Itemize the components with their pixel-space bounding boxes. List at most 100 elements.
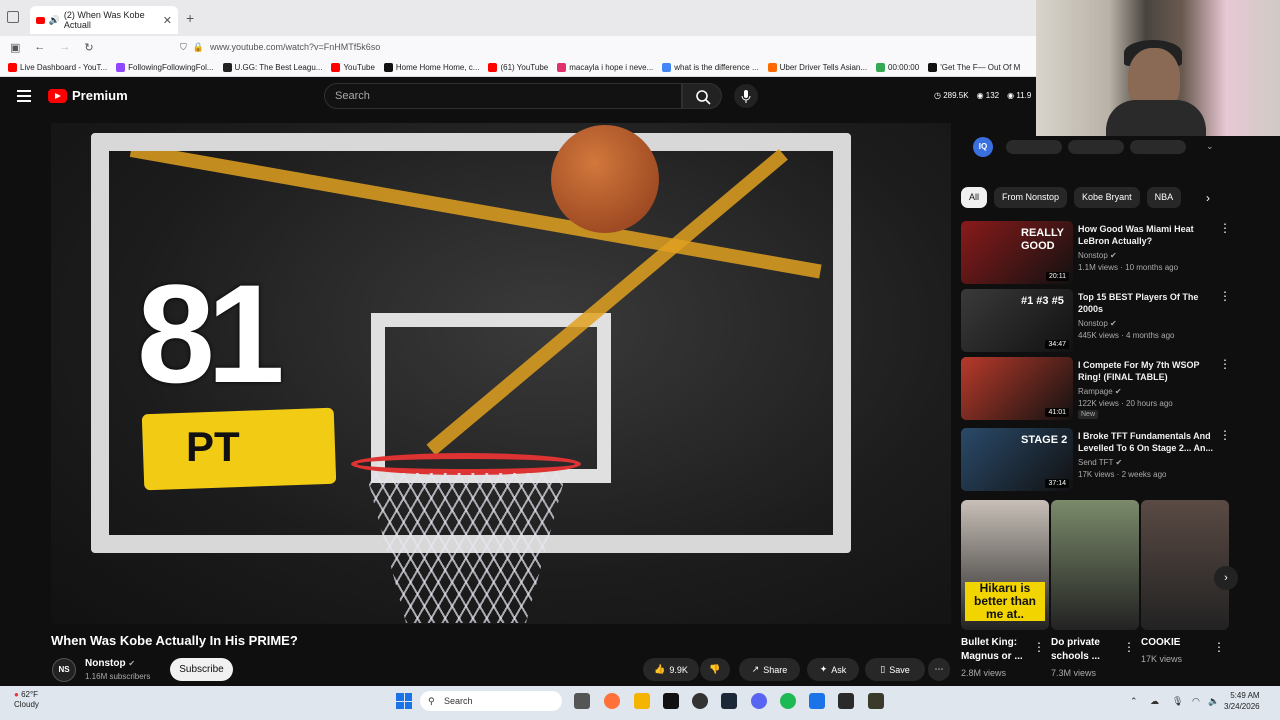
more-options-icon[interactable]: ⋮ bbox=[1123, 640, 1135, 654]
discord-icon[interactable] bbox=[751, 693, 767, 709]
windows-start-icon[interactable] bbox=[396, 693, 412, 709]
network-icon[interactable]: ☁ bbox=[1150, 696, 1159, 707]
video-thumbnail[interactable]: REALLY GOOD 20:11 bbox=[961, 221, 1073, 284]
chevron-down-icon[interactable]: ⌄ bbox=[1206, 141, 1214, 152]
short-thumbnail[interactable] bbox=[1141, 500, 1229, 630]
channel-name[interactable]: Nonstop ✔ bbox=[85, 658, 135, 669]
recommendation-item[interactable]: 41:01 I Compete For My 7th WSOP Ring! (FI… bbox=[961, 357, 1231, 421]
bookmark-item[interactable]: YouTube bbox=[331, 62, 375, 72]
recommendation-channel-text[interactable]: Nonstop bbox=[1078, 319, 1108, 328]
short-thumbnail[interactable]: Hikaru is better than me at.. bbox=[961, 500, 1049, 630]
menu-icon[interactable] bbox=[17, 90, 31, 102]
short-thumbnail[interactable] bbox=[1051, 500, 1139, 630]
chevron-up-icon[interactable]: ⌃ bbox=[1130, 696, 1138, 707]
bookmark-item[interactable]: Home Home Home, c... bbox=[383, 62, 479, 72]
channel-name-text[interactable]: Nonstop bbox=[85, 658, 126, 669]
like-button[interactable]: 👍 9.9K bbox=[643, 658, 699, 681]
filter-chip[interactable]: From Nonstop bbox=[994, 187, 1068, 208]
recommendation-channel[interactable]: Nonstop ✔ bbox=[1078, 319, 1117, 328]
channel-avatar[interactable]: NS bbox=[52, 658, 76, 682]
tab-list-icon[interactable] bbox=[7, 11, 19, 23]
filter-chip[interactable]: NBA bbox=[1146, 187, 1182, 208]
steam-icon[interactable] bbox=[721, 693, 737, 709]
app-icon[interactable] bbox=[838, 693, 854, 709]
more-options-icon[interactable]: ⋮ bbox=[1219, 429, 1231, 441]
more-options-icon[interactable]: ⋮ bbox=[1219, 222, 1231, 234]
search-input[interactable]: Search bbox=[324, 83, 682, 109]
spotify-icon[interactable] bbox=[780, 693, 796, 709]
recommendation-channel-text[interactable]: Send TFT bbox=[1078, 458, 1113, 467]
extension-pill[interactable] bbox=[1130, 140, 1186, 154]
more-options-icon[interactable]: ⋮ bbox=[1213, 640, 1225, 654]
filter-chip[interactable]: All bbox=[961, 187, 988, 208]
video-thumbnail[interactable]: #1 #3 #5 34:47 bbox=[961, 289, 1073, 352]
file-explorer-icon[interactable] bbox=[634, 693, 650, 709]
browser-tab[interactable]: 🔊 (2) When Was Kobe Actuall ✕ bbox=[30, 6, 178, 34]
bookmark-item[interactable]: FollowingFollowingFol... bbox=[116, 62, 214, 72]
recommendation-channel-text[interactable]: Rampage bbox=[1078, 387, 1113, 396]
recommendation-item[interactable]: REALLY GOOD 20:11 How Good Was Miami Heat … bbox=[961, 221, 1231, 285]
bookmark-item[interactable]: 'Get The F— Out Of M bbox=[928, 62, 1020, 72]
close-tab-icon[interactable]: ✕ bbox=[163, 14, 172, 27]
short-title[interactable]: Do private schools ... bbox=[1051, 636, 1131, 664]
task-view-icon[interactable] bbox=[574, 693, 590, 709]
app-icon[interactable] bbox=[809, 693, 825, 709]
system-clock[interactable]: 5:49 AM 3/24/2026 bbox=[1224, 690, 1260, 712]
search-button[interactable] bbox=[682, 83, 722, 109]
ask-button[interactable]: ✦ Ask bbox=[807, 658, 859, 681]
video-thumbnail[interactable]: 41:01 bbox=[961, 357, 1073, 420]
more-options-icon[interactable]: ⋮ bbox=[1033, 640, 1045, 654]
bookmark-item[interactable]: U.GG: The Best Leagu... bbox=[222, 62, 322, 72]
recommendation-channel[interactable]: Nonstop ✔ bbox=[1078, 251, 1117, 260]
iq-extension-icon[interactable]: IQ bbox=[973, 137, 993, 157]
recommendation-title[interactable]: How Good Was Miami Heat LeBron Actually? bbox=[1078, 223, 1218, 247]
extension-pill[interactable] bbox=[1006, 140, 1062, 154]
url-text[interactable]: www.youtube.com/watch?v=FnHMTf5k6so bbox=[210, 42, 380, 52]
wifi-icon[interactable]: ◠ bbox=[1192, 696, 1200, 707]
video-player[interactable]: 81 PT bbox=[51, 123, 951, 624]
recommendation-channel[interactable]: Send TFT ✔ bbox=[1078, 458, 1122, 467]
bookmark-item[interactable]: Uber Driver Tells Asian... bbox=[767, 62, 867, 72]
recommendation-title[interactable]: I Compete For My 7th WSOP Ring! (FINAL T… bbox=[1078, 359, 1218, 383]
taskbar-search[interactable]: ⚲ Search bbox=[420, 691, 562, 711]
share-button[interactable]: ↗ Share bbox=[739, 658, 800, 681]
recommendation-item[interactable]: #1 #3 #5 34:47 Top 15 BEST Players Of The … bbox=[961, 289, 1231, 353]
obs-icon[interactable] bbox=[692, 693, 708, 709]
chevron-right-icon[interactable]: › bbox=[1206, 191, 1210, 205]
bookmark-item[interactable]: what is the difference ... bbox=[662, 62, 759, 72]
recommendation-title[interactable]: Top 15 BEST Players Of The 2000s bbox=[1078, 291, 1218, 315]
address-bar[interactable]: ⛉ 🔒 www.youtube.com/watch?v=FnHMTf5k6so bbox=[180, 38, 1030, 56]
recommendation-channel-text[interactable]: Nonstop bbox=[1078, 251, 1108, 260]
recommendation-item[interactable]: STAGE 2 37:14 I Broke TFT Fundamentals And… bbox=[961, 428, 1231, 492]
firefox-icon[interactable] bbox=[604, 693, 620, 709]
short-title[interactable]: Bullet King: Magnus or ... bbox=[961, 636, 1041, 664]
dislike-button[interactable]: 👎 bbox=[700, 658, 730, 681]
save-button[interactable]: ▯ Save bbox=[865, 658, 925, 681]
reload-icon[interactable]: ↻ bbox=[84, 41, 93, 54]
app-icon[interactable] bbox=[868, 693, 884, 709]
x-app-icon[interactable] bbox=[663, 693, 679, 709]
new-tab-icon[interactable]: + bbox=[186, 10, 194, 26]
recommendation-channel[interactable]: Rampage ✔ bbox=[1078, 387, 1122, 396]
shield-icon[interactable]: ⛉ bbox=[180, 42, 187, 53]
back-icon[interactable]: ← bbox=[34, 41, 45, 53]
extension-pill[interactable] bbox=[1068, 140, 1124, 154]
recommendation-title[interactable]: I Broke TFT Fundamentals And Levelled To… bbox=[1078, 430, 1218, 454]
video-thumbnail[interactable]: STAGE 2 37:14 bbox=[961, 428, 1073, 491]
more-options-icon[interactable]: ⋮ bbox=[1219, 358, 1231, 370]
sidebar-toggle-icon[interactable]: ▣ bbox=[10, 41, 20, 54]
forward-icon[interactable]: → bbox=[59, 41, 70, 53]
bookmark-item[interactable]: 00:00:00 bbox=[876, 62, 919, 72]
filter-chip[interactable]: Kobe Bryant bbox=[1074, 187, 1140, 208]
more-actions-button[interactable]: ⋯ bbox=[928, 658, 950, 681]
voice-search-button[interactable] bbox=[734, 84, 758, 108]
subscribe-button[interactable]: Subscribe bbox=[170, 658, 233, 681]
shorts-next-button[interactable]: › bbox=[1214, 566, 1238, 590]
volume-icon[interactable]: 🔈 bbox=[1208, 696, 1219, 707]
bookmark-item[interactable]: (61) YouTube bbox=[488, 62, 548, 72]
short-title[interactable]: COOKIE bbox=[1141, 636, 1221, 650]
microphone-icon[interactable]: 🎙 bbox=[1172, 696, 1183, 707]
weather-widget[interactable]: ● 62°F Cloudy bbox=[14, 690, 39, 710]
youtube-logo[interactable]: Premium bbox=[48, 88, 128, 103]
bookmark-item[interactable]: Live Dashboard - YouT... bbox=[8, 62, 107, 72]
